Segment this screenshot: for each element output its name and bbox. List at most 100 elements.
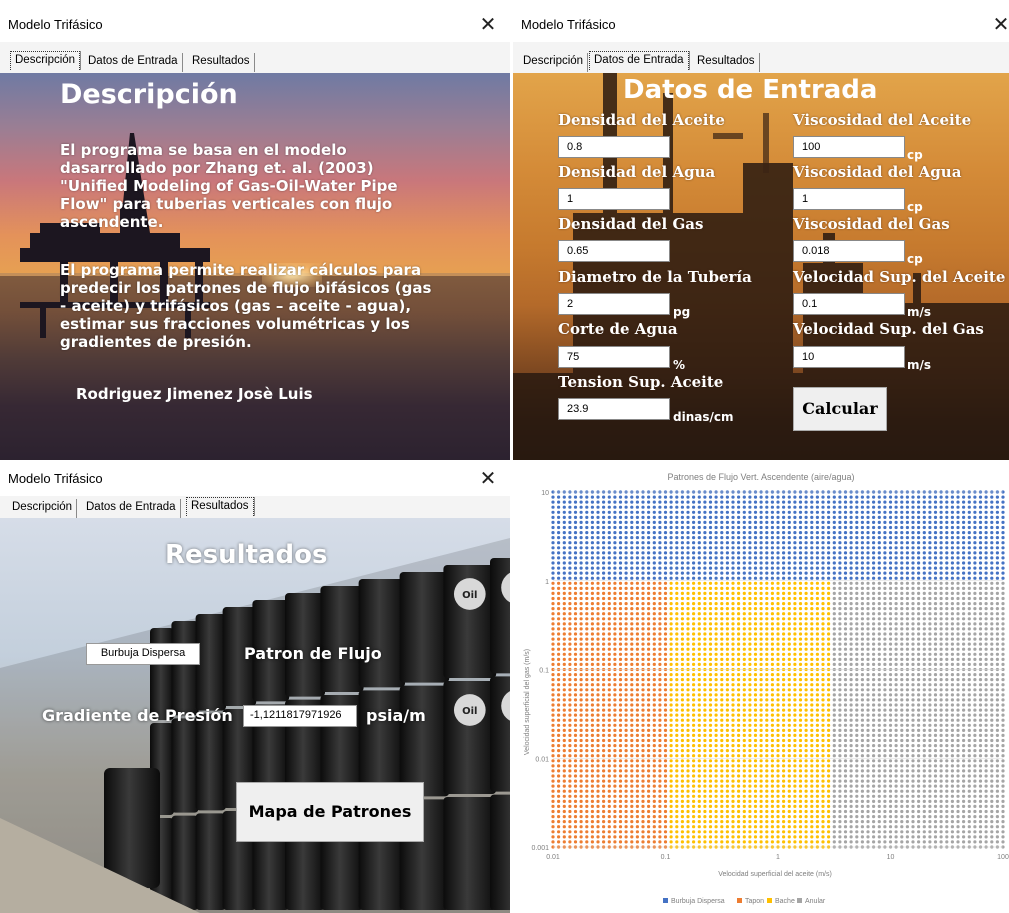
data-point — [748, 561, 752, 565]
data-point — [917, 561, 921, 565]
data-point — [579, 632, 583, 636]
data-point — [557, 799, 561, 803]
viscosidad-agua-input[interactable]: 1 — [793, 188, 905, 210]
close-icon[interactable]: ✕ — [476, 12, 500, 36]
tab-datos-entrada[interactable]: Datos de Entrada — [82, 499, 181, 518]
data-point — [748, 647, 752, 651]
data-point — [798, 551, 803, 555]
data-point — [849, 774, 853, 778]
data-point — [669, 657, 673, 661]
data-point — [647, 820, 651, 824]
data-point — [787, 632, 791, 636]
data-point — [905, 647, 909, 651]
data-point — [714, 536, 718, 540]
data-point — [573, 749, 578, 753]
data-point — [579, 602, 583, 606]
data-point — [714, 703, 718, 707]
data-point — [917, 637, 921, 641]
tab-resultados[interactable]: Resultados — [693, 53, 760, 72]
data-point — [821, 612, 825, 616]
data-point — [900, 596, 904, 601]
data-point — [613, 642, 617, 646]
data-point — [590, 510, 594, 514]
data-point — [731, 835, 735, 839]
tab-descripcion[interactable]: Descripción — [10, 51, 81, 70]
data-point — [607, 576, 611, 580]
velocidad-gas-input[interactable]: 10 — [793, 346, 905, 368]
data-point — [652, 815, 656, 819]
data-point — [692, 738, 696, 743]
data-point — [697, 627, 701, 631]
data-point — [849, 520, 853, 524]
data-point — [804, 591, 808, 595]
data-point — [630, 622, 634, 626]
data-point — [810, 627, 814, 631]
data-point — [708, 688, 713, 692]
data-point — [759, 718, 763, 722]
data-point — [917, 693, 921, 697]
viscosidad-gas-input[interactable]: 0.018 — [793, 240, 905, 262]
data-point — [894, 769, 898, 773]
data-point — [917, 525, 921, 530]
data-point — [630, 607, 634, 611]
data-point — [551, 779, 555, 783]
data-point — [855, 576, 859, 580]
densidad-aceite-input[interactable]: 0.8 — [558, 136, 670, 158]
data-point — [872, 627, 876, 631]
data-point — [832, 571, 836, 575]
mapa-patrones-button[interactable]: Mapa de Patrones — [236, 782, 424, 842]
tab-resultados[interactable]: Resultados — [188, 53, 255, 72]
densidad-agua-input[interactable]: 1 — [558, 188, 670, 210]
data-point — [613, 622, 617, 626]
data-point — [894, 693, 898, 697]
calcular-button[interactable]: Calcular — [793, 387, 887, 431]
data-point — [782, 708, 786, 712]
tab-descripcion[interactable]: Descripción — [8, 499, 78, 518]
data-point — [692, 754, 696, 758]
data-point — [658, 627, 662, 631]
data-point — [675, 804, 679, 808]
data-point — [562, 546, 566, 550]
data-point — [635, 647, 639, 651]
data-point — [815, 809, 819, 814]
data-point — [635, 622, 639, 626]
data-point — [708, 759, 713, 763]
tab-datos-entrada[interactable]: Datos de Entrada — [84, 53, 183, 72]
data-point — [669, 505, 673, 509]
data-point — [675, 607, 679, 611]
close-icon[interactable]: ✕ — [989, 12, 1009, 36]
tension-input[interactable]: 23.9 — [558, 398, 670, 420]
corte-agua-input[interactable]: 75 — [558, 346, 670, 368]
densidad-gas-input[interactable]: 0.65 — [558, 240, 670, 262]
barrel — [320, 586, 364, 692]
diametro-input[interactable]: 2 — [558, 293, 670, 315]
data-point — [787, 536, 791, 540]
data-point — [815, 749, 819, 753]
data-point — [703, 642, 707, 646]
viscosidad-aceite-input[interactable]: 100 — [793, 136, 905, 158]
data-point — [815, 804, 819, 808]
data-point — [590, 764, 594, 768]
data-point — [568, 673, 572, 677]
close-icon[interactable]: ✕ — [476, 466, 500, 490]
tab-descripcion[interactable]: Descripción — [519, 53, 589, 72]
data-point — [821, 830, 825, 834]
data-point — [933, 815, 938, 819]
velocidad-aceite-input[interactable]: 0.1 — [793, 293, 905, 315]
data-point — [703, 571, 707, 575]
data-point — [720, 815, 724, 819]
data-point — [888, 718, 893, 722]
data-point — [725, 607, 729, 611]
tab-datos-entrada[interactable]: Datos de Entrada — [589, 51, 689, 70]
data-point — [613, 713, 617, 717]
data-point — [697, 612, 701, 616]
data-point — [725, 657, 729, 661]
velocidad-gas-unit: m/s — [907, 358, 932, 372]
data-point — [793, 789, 797, 793]
data-point — [675, 510, 679, 514]
data-point — [579, 531, 583, 535]
data-point — [607, 571, 611, 575]
tab-resultados[interactable]: Resultados — [186, 497, 254, 516]
data-point — [776, 733, 780, 737]
data-point — [720, 749, 724, 753]
